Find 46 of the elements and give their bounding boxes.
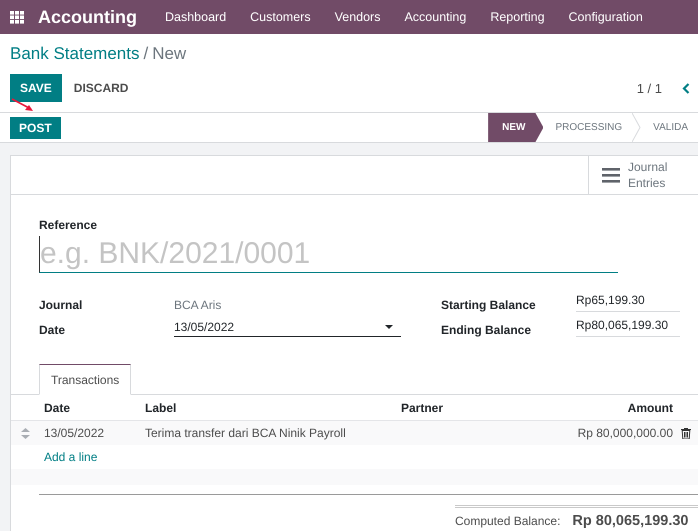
breadcrumb-link[interactable]: Bank Statements [10,44,140,64]
column-header[interactable]: Amount [628,400,673,414]
field-label: Journal [39,298,84,312]
apps-menu-icon[interactable] [10,10,24,24]
table-cell: 13/05/2022 [44,426,104,440]
table-row[interactable]: 13/05/2022 Terima transfer dari BCA Ninik Payroll Rp 80,000,000.00 [11,421,698,445]
trash-icon[interactable] [681,428,691,438]
discard-button[interactable]: DISCARD [62,74,140,102]
menu-item[interactable]: Vendors [322,0,392,34]
app-title[interactable]: Accounting [38,6,137,28]
date-field[interactable]: 13/05/2022 [174,319,401,337]
field-label: Reference [39,218,98,232]
menu-icon [602,168,620,182]
status-step[interactable]: PROCESSING [543,113,632,142]
drag-handle-icon[interactable] [21,428,30,438]
tab[interactable]: Transactions [39,364,132,395]
menu-item[interactable]: Reporting [478,0,557,34]
status-step[interactable]: VALIDA [641,113,698,142]
table-cell: Rp 80,000,000.00 [578,426,673,440]
annotation-arrow [11,98,35,112]
menu-item[interactable]: Customers [238,0,323,34]
amount-field[interactable]: Rp80,065,199.30 [576,315,680,337]
save-button[interactable]: SAVE [10,74,62,102]
column-header[interactable]: Label [145,400,176,414]
field-label: Starting Balance [441,298,537,312]
column-header[interactable]: Partner [401,400,444,414]
breadcrumb-current: New [152,44,186,64]
status-step[interactable]: NEW [488,113,544,142]
pager-value: 1 / 1 [636,80,662,96]
field-label: Date [39,323,66,337]
menu-item[interactable]: Configuration [556,0,655,34]
field-label: Ending Balance [441,323,532,337]
column-header[interactable]: Date [44,400,70,414]
breadcrumb-separator: / [143,44,148,64]
menu-item[interactable]: Accounting [392,0,478,34]
reference-field[interactable]: e.g. BNK/2021/0001 [39,236,618,273]
amount-field[interactable]: Rp65,199.30 [576,290,680,312]
total-label: Computed Balance: [455,514,560,528]
add-line-link[interactable]: Add a line [44,450,98,464]
menu-item[interactable]: Dashboard [153,0,238,34]
table-cell: Terima transfer dari BCA Ninik Payroll [145,426,346,440]
post-button[interactable]: POST [10,116,61,138]
caret-icon [385,325,393,329]
total-value: Rp 80,065,199.30 [572,512,688,528]
chevron-left-icon[interactable] [682,82,690,94]
field-value: BCA Aris [174,298,222,312]
